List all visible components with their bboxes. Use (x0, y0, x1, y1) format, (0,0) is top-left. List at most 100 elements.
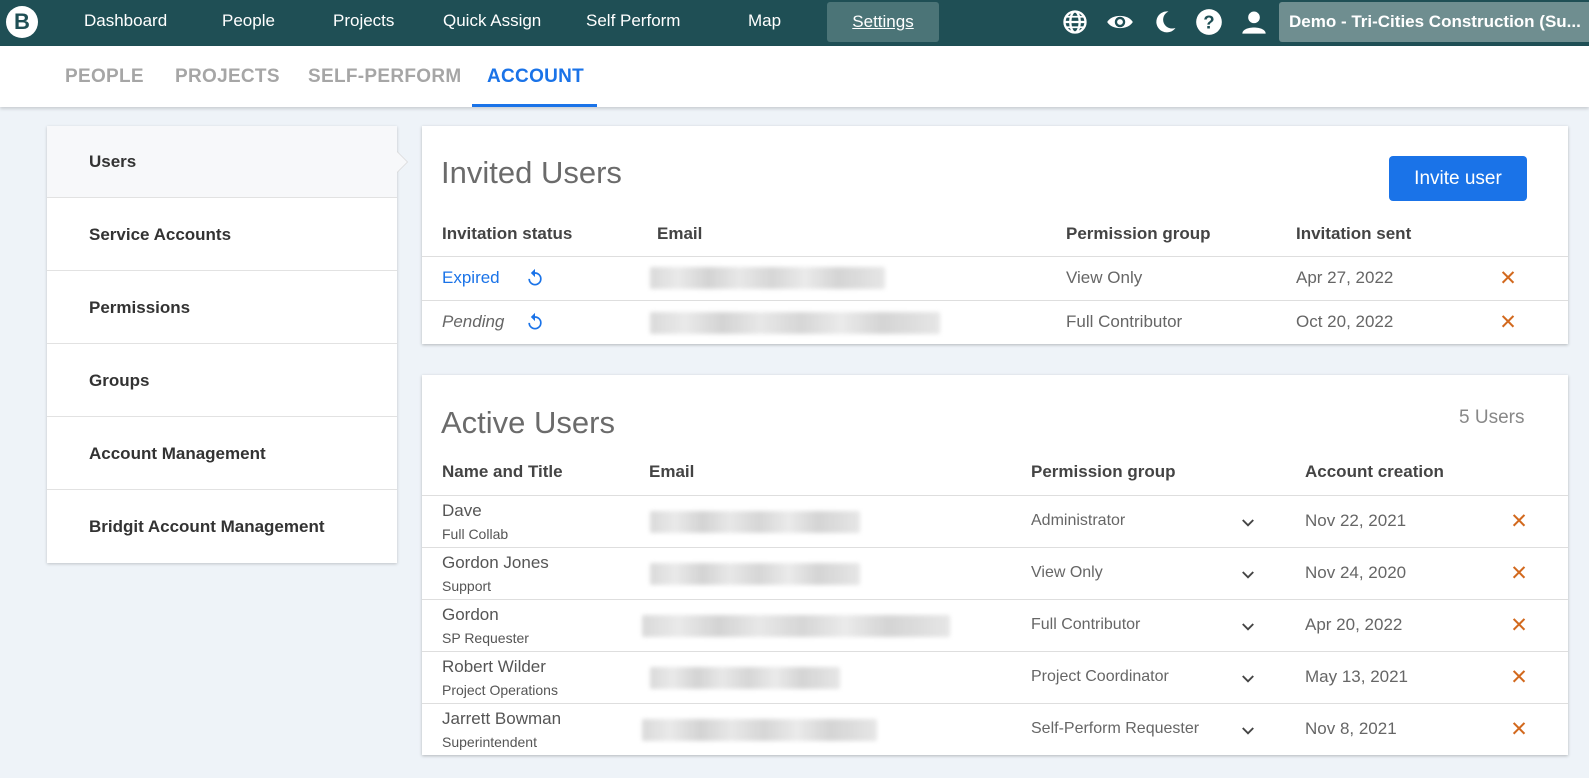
invitation-status: Pending (442, 312, 505, 331)
nav-projects[interactable]: Projects (333, 0, 394, 42)
chevron-down-icon[interactable] (1239, 722, 1257, 740)
bridgit-logo[interactable]: B (6, 6, 38, 38)
remove-invite-icon[interactable]: ✕ (1499, 268, 1517, 289)
settings-subtabs: PEOPLE PROJECTS SELF-PERFORM ACCOUNT (0, 46, 1589, 107)
divider (422, 495, 1568, 496)
nav-quick-assign[interactable]: Quick Assign (443, 0, 541, 42)
col-email: Email (657, 224, 703, 243)
user-title: Project Operations (442, 682, 558, 698)
sidebar-item-label: Account Management (89, 444, 266, 463)
eye-icon[interactable] (1106, 8, 1134, 36)
permission-group-select[interactable]: Administrator (1031, 512, 1125, 530)
permission-group: Full Contributor (1066, 312, 1183, 331)
divider (422, 547, 1568, 548)
chevron-down-icon[interactable] (1239, 670, 1257, 688)
permission-group-select[interactable]: Project Coordinator (1031, 668, 1169, 686)
sidebar-item-users[interactable]: Users (47, 126, 408, 198)
tab-people[interactable]: PEOPLE (65, 46, 144, 107)
divider (422, 256, 1568, 257)
divider (422, 599, 1568, 600)
permission-group: View Only (1066, 268, 1143, 287)
globe-icon[interactable] (1061, 8, 1089, 36)
sidebar-item-label: Permissions (89, 298, 191, 317)
nav-dashboard[interactable]: Dashboard (84, 0, 167, 42)
account-creation-date: Nov 24, 2020 (1305, 563, 1407, 582)
tab-account[interactable]: ACCOUNT (487, 46, 584, 107)
active-indicator-arrow (397, 152, 407, 172)
divider (422, 703, 1568, 704)
resend-icon[interactable] (525, 312, 545, 332)
user-name: Jarrett Bowman (442, 709, 562, 728)
tab-self-perform[interactable]: SELF-PERFORM (308, 46, 462, 107)
col-invitation-sent: Invitation sent (1296, 224, 1412, 243)
user-name: Dave (442, 501, 482, 520)
user-title: SP Requester (442, 630, 529, 646)
col-permission-group: Permission group (1031, 462, 1176, 481)
invitation-sent-date: Apr 27, 2022 (1296, 268, 1394, 287)
redacted-email (650, 267, 885, 289)
user-icon[interactable] (1240, 8, 1268, 36)
sidebar-item-groups[interactable]: Groups (47, 345, 397, 417)
user-title: Support (442, 578, 492, 594)
invite-user-button[interactable]: Invite user (1389, 156, 1527, 201)
account-switcher[interactable]: Demo - Tri-Cities Construction (Su... (1279, 2, 1589, 42)
sidebar-item-label: Groups (89, 371, 150, 390)
permission-group-select[interactable]: View Only (1031, 564, 1103, 582)
invited-users-title: Invited Users (441, 155, 622, 190)
divider (422, 300, 1568, 301)
col-name-and-title: Name and Title (442, 462, 563, 481)
nav-map[interactable]: Map (748, 0, 781, 42)
redacted-email (642, 719, 877, 741)
chevron-down-icon[interactable] (1239, 566, 1257, 584)
remove-invite-icon[interactable]: ✕ (1499, 312, 1517, 333)
chevron-down-icon[interactable] (1239, 618, 1257, 636)
remove-user-icon[interactable]: ✕ (1510, 667, 1528, 688)
invitation-sent-date: Oct 20, 2022 (1296, 312, 1394, 331)
sidebar-item-account-management[interactable]: Account Management (47, 418, 397, 490)
sidebar-item-permissions[interactable]: Permissions (47, 272, 397, 344)
nav-self-perform[interactable]: Self Perform (586, 0, 680, 42)
svg-text:?: ? (1203, 11, 1214, 32)
col-account-creation: Account creation (1305, 462, 1444, 481)
col-permission-group: Permission group (1066, 224, 1211, 243)
moon-icon[interactable] (1151, 8, 1179, 36)
user-name: Robert Wilder (442, 657, 546, 676)
remove-user-icon[interactable]: ✕ (1510, 563, 1528, 584)
nav-people[interactable]: People (222, 0, 275, 42)
nav-settings[interactable]: Settings (827, 2, 939, 42)
tab-projects[interactable]: PROJECTS (175, 46, 280, 107)
active-users-title: Active Users (441, 405, 615, 440)
redacted-email (650, 563, 860, 585)
remove-user-icon[interactable]: ✕ (1510, 615, 1528, 636)
sidebar-item-bridgit-account-management[interactable]: Bridgit Account Management (47, 491, 397, 563)
user-count: 5 Users (1459, 407, 1525, 428)
remove-user-icon[interactable]: ✕ (1510, 511, 1528, 532)
account-creation-date: Apr 20, 2022 (1305, 615, 1403, 634)
help-icon[interactable]: ? (1195, 8, 1223, 36)
sidebar-item-label: Users (89, 152, 137, 171)
remove-user-icon[interactable]: ✕ (1510, 719, 1528, 740)
user-name: Gordon (442, 605, 499, 624)
col-email: Email (649, 462, 695, 481)
user-title: Superintendent (442, 734, 537, 750)
chevron-down-icon[interactable] (1239, 514, 1257, 532)
permission-group-select[interactable]: Full Contributor (1031, 616, 1140, 634)
user-title: Full Collab (442, 526, 509, 542)
sidebar-item-service-accounts[interactable]: Service Accounts (47, 199, 397, 271)
active-tab-indicator (472, 104, 597, 107)
invitation-status[interactable]: Expired (442, 268, 500, 288)
resend-icon[interactable] (525, 268, 545, 288)
redacted-email (642, 615, 950, 637)
settings-sidebar: Users Service Accounts Permissions Group… (47, 126, 408, 563)
sidebar-item-label: Bridgit Account Management (89, 517, 325, 536)
top-navbar: B Dashboard People Projects Quick Assign… (0, 0, 1589, 46)
col-invitation-status: Invitation status (442, 224, 573, 243)
redacted-email (650, 312, 940, 334)
permission-group-select[interactable]: Self-Perform Requester (1031, 720, 1199, 738)
redacted-email (650, 511, 860, 533)
redacted-email (650, 667, 840, 689)
account-creation-date: Nov 8, 2021 (1305, 719, 1397, 738)
sidebar-item-label: Service Accounts (89, 225, 232, 244)
divider (422, 651, 1568, 652)
user-name: Gordon Jones (442, 553, 549, 572)
